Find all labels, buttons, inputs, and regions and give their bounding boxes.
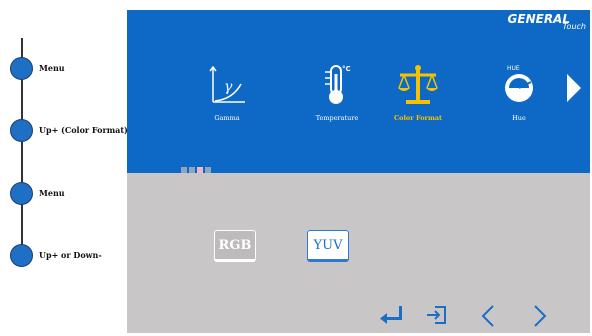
osd-menu: GENERAL Touch γ Gamma °C Temperature Col…: [127, 10, 590, 333]
menu-item-color-format[interactable]: Color Format: [378, 62, 458, 134]
menu-item-hue[interactable]: HUE Hue: [479, 62, 559, 134]
step-label: Up+ or Down-: [39, 250, 102, 260]
osd-top-panel: GENERAL Touch γ Gamma °C Temperature Col…: [127, 10, 590, 173]
exit-icon[interactable]: [426, 304, 448, 326]
step-dot: [10, 119, 33, 142]
right-arrow-icon[interactable]: [532, 304, 548, 328]
step-3: Menu: [10, 182, 127, 206]
step-1: Menu: [10, 57, 127, 81]
menu-item-label: Hue: [512, 114, 526, 122]
celsius-text: °C: [342, 65, 351, 73]
left-arrow-icon[interactable]: [480, 304, 496, 328]
menu-item-label: Color Format: [393, 114, 443, 122]
hue-gauge-icon: HUE: [505, 65, 533, 102]
gamma-curve-icon: γ: [209, 65, 245, 103]
enter-icon[interactable]: [379, 304, 405, 324]
step-4: Up+ or Down-: [10, 244, 127, 268]
step-label: Up+ (Color Format): [39, 125, 128, 135]
menu-item-label: Gamma: [214, 114, 240, 122]
brand-sub: Touch: [562, 22, 586, 31]
page-indicator: [181, 158, 213, 173]
menu-item-label: Temperature: [315, 114, 359, 122]
step-label: Menu: [39, 188, 65, 198]
instruction-steps: Menu Up+ (Color Format) Menu Up+ or Down…: [0, 0, 128, 336]
step-dot: [10, 57, 33, 80]
hue-text: HUE: [507, 65, 520, 72]
osd-bottom-panel: [127, 173, 590, 333]
gamma-symbol: γ: [224, 79, 233, 95]
menu-item-temperature[interactable]: °C Temperature: [297, 62, 377, 134]
thermometer-icon: °C: [325, 65, 351, 104]
yuv-option[interactable]: YUV: [307, 230, 349, 262]
menu-item-gamma[interactable]: γ Gamma: [187, 62, 267, 134]
step-dot: [10, 182, 33, 205]
scale-icon: [398, 65, 438, 104]
rgb-option[interactable]: RGB: [214, 230, 256, 262]
next-page-arrow-icon[interactable]: [565, 72, 583, 104]
step-2: Up+ (Color Format): [10, 119, 128, 143]
step-label: Menu: [39, 63, 65, 73]
brand-name: GENERAL: [507, 12, 570, 26]
step-dot: [10, 244, 33, 267]
